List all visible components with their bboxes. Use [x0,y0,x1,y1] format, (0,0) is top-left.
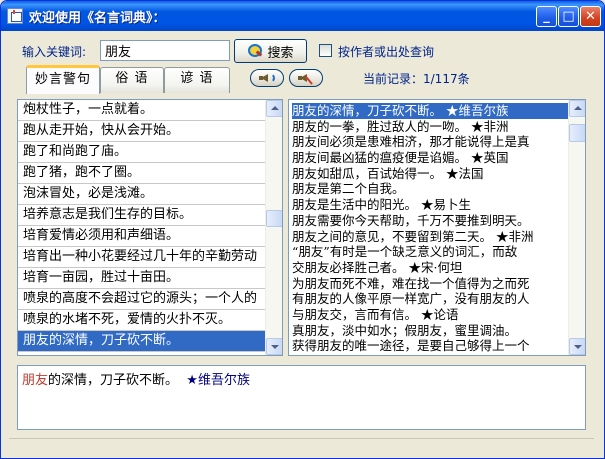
author-source-checkbox-label: 按作者或出处查询 [338,45,435,59]
scroll-up-icon[interactable] [569,100,585,117]
list-item[interactable]: 朋友间必须是患难相济，那才能说得上是真 [292,134,569,150]
list-item[interactable]: 炮杖性子，一点就着。 [18,100,265,121]
list-item[interactable]: 培育爱情必须用和声细语。 [18,226,265,247]
tab-proverbs[interactable]: 谚 语 [164,67,230,93]
window-title: 欢迎使用《名言词典》： [29,11,166,26]
list-item[interactable]: 跑了和尚跑了庙。 [18,142,265,163]
tab-common-sayings[interactable]: 俗 语 [100,67,164,93]
search-button-label: 搜索 [267,45,294,61]
list-item[interactable]: 培育出一种小花要经过几十年的辛勤劳动 [18,247,265,268]
scroll-up-icon[interactable] [266,100,282,117]
list-item[interactable]: 跑从走开始，快从会开始。 [18,121,265,142]
app-book-icon [7,8,23,24]
list-item[interactable]: 朋友是第二个自我。 [292,181,569,197]
detail-text: 朋友的深情，刀子砍不断。 ★维吾尔族 [22,369,250,388]
entry-list-scrollbar[interactable] [265,100,282,355]
search-input[interactable] [100,40,230,61]
status-bar [9,438,594,454]
speak-button[interactable] [250,69,284,87]
list-item[interactable]: 为朋友而死不难，难在找一个值得为之而死 [292,276,569,292]
entry-list[interactable]: 炮杖性子，一点就着。 跑从走开始，快从会开始。 跑了和尚跑了庙。 跑了猪，跑不了圈。泡… [18,100,265,352]
close-button[interactable]: ✕ [580,6,601,27]
results-scrollbar[interactable] [568,100,585,355]
minimize-button[interactable]: _ [536,6,557,27]
search-label: 输入关键词: [22,45,87,59]
tab-quotes[interactable]: 妙言警句 [26,65,100,94]
detail-author: ★维吾尔族 [186,373,250,388]
list-item[interactable]: “朋友”有时是一个缺乏意义的词汇，而敌 [292,244,569,260]
list-item[interactable]: 酒肉朋友好找，患难之交难逢。 [292,354,569,355]
detail-keyword: 朋友 [22,373,49,388]
maximize-button[interactable]: □ [558,6,579,27]
scroll-down-icon[interactable] [266,338,282,355]
main-window: 欢迎使用《名言词典》： _ □ ✕ 输入关键词: 搜索 按作者或出处查询 妙言警… [0,0,605,459]
detail-quote: 的深情，刀子砍不断。 [48,373,179,388]
list-item[interactable]: 朋友需要你今天帮助，千万不要推到明天。 [292,213,569,229]
list-item[interactable]: 朋友的一拳，胜过敌人的一吻。 ★非洲 [292,119,569,135]
list-item[interactable]: 朋友是生活中的阳光。 ★易卜生 [292,197,569,213]
list-item[interactable]: 朋友如甜瓜，百试始得一。 ★法国 [292,166,569,182]
search-button[interactable]: 搜索 [234,39,307,63]
detail-pane[interactable]: 朋友的深情，刀子砍不断。 ★维吾尔族 [17,365,586,430]
scroll-thumb[interactable] [569,124,585,142]
list-item[interactable]: 培育一亩园，胜过十亩田。 [18,268,265,289]
list-item[interactable]: 喷泉的高度不会超过它的源头；一个人的 [18,289,265,310]
magnifier-icon [247,44,263,58]
list-item[interactable]: 有朋友的人像平原一样宽广，没有朋友的人 [292,291,569,307]
record-counter: 当前记录：1/117条 [363,72,470,86]
scroll-down-icon[interactable] [569,338,585,355]
title-bar[interactable]: 欢迎使用《名言词典》： _ □ ✕ [1,1,604,31]
list-item[interactable]: 朋友的深情，刀子砍不断。 ★维吾尔族 [292,103,569,119]
results-pane[interactable]: 朋友的深情，刀子砍不断。 ★维吾尔族 朋友的一拳，胜过敌人的一吻。 ★非洲 朋友间必… [288,99,586,356]
list-item[interactable]: 真朋友，淡中如水；假朋友，蜜里调油。 [292,323,569,339]
scroll-thumb[interactable] [266,210,282,227]
list-item[interactable]: 朋友的深情，刀子砍不断。 [18,331,265,352]
list-item[interactable]: 跑了猪，跑不了圈。 [18,163,265,184]
list-item[interactable]: 与朋友交，言而有信。 ★论语 [292,307,569,323]
author-source-checkbox[interactable] [319,44,332,57]
list-item[interactable]: 交朋友必择胜己者。 ★宋·何坦 [292,260,569,276]
list-item[interactable]: 朋友间最凶猛的瘟疫便是谄媚。 ★英国 [292,150,569,166]
results-list[interactable]: 朋友的深情，刀子砍不断。 ★维吾尔族 朋友的一拳，胜过敌人的一吻。 ★非洲 朋友间必… [292,103,569,355]
list-item[interactable]: 获得朋友的唯一途径，是要自己够得上一个 [292,338,569,354]
stop-speak-button[interactable] [289,69,323,87]
entry-list-pane[interactable]: 炮杖性子，一点就着。 跑从走开始，快从会开始。 跑了和尚跑了庙。 跑了猪，跑不了圈。泡… [17,99,283,356]
list-item[interactable]: 培养意志是我们生存的目标。 [18,205,265,226]
list-item[interactable]: 泡沫冒处，必是浅滩。 [18,184,265,205]
list-item[interactable]: 朋友之间的意见，不要留到第二天。 ★非洲 [292,229,569,245]
list-item[interactable]: 喷泉的水堵不死，爱情的火扑不灭。 [18,310,265,331]
